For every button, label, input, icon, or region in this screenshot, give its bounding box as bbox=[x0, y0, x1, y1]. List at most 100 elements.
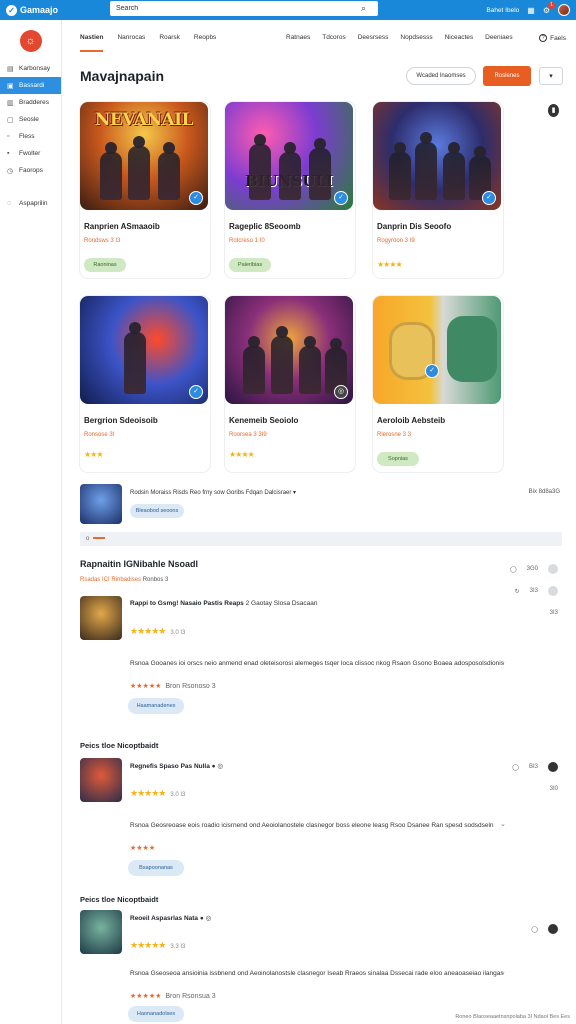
sidebar-item-7[interactable]: ◌ Aspaprilin bbox=[0, 195, 61, 212]
expand-icon[interactable]: ⌄ bbox=[500, 820, 506, 828]
sidebar-item-6[interactable]: ◷ Faorops bbox=[0, 162, 61, 179]
card-title[interactable]: Rageplic 8Seoomb bbox=[229, 222, 301, 231]
game-card[interactable]: ◎ Kenemeib Seoiolo Roorsea 3 3I9 ★★★★ bbox=[225, 296, 355, 472]
help-icon: ? bbox=[539, 34, 548, 42]
review-action[interactable]: ◯ bbox=[498, 918, 558, 940]
search-input[interactable] bbox=[116, 5, 346, 12]
sidebar-item-5[interactable]: ▪ Fwolter bbox=[0, 145, 61, 162]
review-button[interactable]: Haamanadenes bbox=[128, 698, 184, 714]
card-title[interactable]: Bergrion Sdeoisoib bbox=[84, 416, 158, 425]
section-title: Rapnaitin IGNibahle Nsoadl bbox=[80, 559, 199, 569]
sub-rating-text: Bron Rsonsua 3 bbox=[165, 993, 216, 1000]
card-tag-button[interactable]: Sopnias bbox=[377, 452, 419, 466]
game-art[interactable]: ✓ bbox=[373, 102, 501, 210]
card-meta: Rondsws 3 I3 bbox=[84, 238, 121, 244]
tab-right-4[interactable]: Niceactes bbox=[445, 34, 474, 41]
review-action[interactable]: ◯ 3G0 bbox=[498, 558, 558, 580]
tab-0[interactable]: Nastien bbox=[80, 34, 104, 52]
help-link[interactable]: ? Faels bbox=[539, 34, 566, 42]
outline-button[interactable]: Wcaded lnaomses bbox=[406, 67, 476, 85]
brand-name: Gamaajo bbox=[20, 5, 59, 15]
card-title[interactable]: Aeroloib Aebsteib bbox=[377, 416, 445, 425]
review-item: Reoeil Aspasrlas Nata ● ◎ ★★★★★ 3.3 I3 Rs… bbox=[80, 910, 562, 1024]
verified-icon: ✓ bbox=[189, 191, 203, 205]
review-action[interactable]: ◯ BI3 bbox=[498, 756, 558, 778]
grid-icon: ▤ bbox=[7, 65, 14, 73]
like-count: 3G0 bbox=[526, 566, 538, 572]
sidebar-item-4[interactable]: ▫ Fless bbox=[0, 128, 61, 145]
review-button[interactable]: Haonanadolses bbox=[128, 1006, 184, 1022]
game-art[interactable]: ◎ bbox=[225, 296, 353, 404]
reviewer-avatar[interactable] bbox=[80, 910, 122, 954]
review-actions: ◯ 3G0 ↻ 3I3 3I3 bbox=[498, 558, 558, 624]
sidebar-item-3[interactable]: ▢ Seosle bbox=[0, 111, 61, 128]
tab-right-2[interactable]: Deesrsess bbox=[358, 34, 389, 41]
share-icon: ↻ bbox=[514, 588, 520, 595]
review-actions: ◯ bbox=[498, 918, 558, 940]
game-card[interactable]: NEVANAIL ✓ Ranprien ASmaaoib Rondsws 3 I… bbox=[80, 102, 210, 278]
top-link-0[interactable]: Bahet Ibelo bbox=[486, 7, 519, 14]
sidebar-item-0[interactable]: ▤ Karbonsay bbox=[0, 60, 61, 77]
game-card[interactable]: ✓ Aeroloib Aebsteib Rlerosne 3 3 Sopnias bbox=[373, 296, 503, 472]
card-title[interactable]: Danprin Dis Seoofo bbox=[377, 222, 451, 231]
expand-icon[interactable]: ⌄ bbox=[500, 658, 506, 666]
chart-icon: ▢ bbox=[7, 116, 14, 124]
reply-icon bbox=[548, 564, 558, 574]
tab-right-1[interactable]: Tdcoros bbox=[322, 34, 345, 41]
game-card[interactable]: BIUNSULI ✓ Rageplic 8Seoomb Rotcreso 1 I… bbox=[225, 102, 355, 278]
brand[interactable]: ✓ Gamaajo bbox=[6, 4, 106, 16]
featured-thumbnail[interactable] bbox=[80, 484, 122, 524]
featured-button[interactable]: Bleaobod seoons bbox=[130, 504, 184, 518]
verified-icon: ✓ bbox=[334, 191, 348, 205]
expand-icon[interactable]: ⌄ bbox=[500, 968, 506, 976]
reviewer-avatar[interactable] bbox=[80, 758, 122, 802]
trophy-icon: ▥ bbox=[7, 99, 14, 107]
notifications-icon[interactable]: ⚙ 1 bbox=[543, 1, 555, 15]
art-title: NEVANAIL bbox=[94, 110, 194, 130]
search-icon[interactable]: ⌕ bbox=[361, 3, 366, 14]
more-dropdown-button[interactable]: ▾ bbox=[539, 67, 563, 85]
card-tag-button[interactable]: Paieribias bbox=[229, 258, 271, 272]
review-name-text: Rappi to Gsmg! Nasaio Pastis Reaps bbox=[130, 600, 244, 607]
extra-count: 3I3 bbox=[549, 610, 558, 616]
game-card[interactable]: ✓ Bergrion Sdeoisoib Ronsose 3I ★★★ bbox=[80, 296, 210, 472]
tab-right-5[interactable]: Deeniaes bbox=[485, 34, 512, 41]
primary-button[interactable]: Roslenes bbox=[483, 66, 531, 86]
tab-right-0[interactable]: Ratnaes bbox=[286, 34, 310, 41]
bookmark-icon[interactable]: ▮ bbox=[548, 104, 559, 117]
review-name-tail: ● ◎ bbox=[211, 763, 224, 770]
card-title[interactable]: Ranprien ASmaaoib bbox=[84, 222, 160, 231]
more-icon bbox=[548, 924, 558, 934]
review-sub-rating: ★★★★ bbox=[130, 844, 159, 852]
sidebar-item-label: Bassardi bbox=[19, 82, 45, 89]
search-box[interactable]: ⌕ bbox=[110, 1, 378, 16]
tab-1[interactable]: Nanrocas bbox=[117, 34, 145, 52]
tab-right-3[interactable]: Nopdsesss bbox=[400, 34, 432, 41]
settings-icon: ◌ bbox=[7, 200, 12, 207]
sidebar-item-label: Karbonsay bbox=[19, 65, 51, 72]
tab-bar: Nastien Nanrocas Roarsk Reopbs Ratnaes T… bbox=[80, 34, 570, 52]
sidebar-logo-icon[interactable]: ☼ bbox=[19, 30, 42, 52]
review-button[interactable]: Bsapoonanas bbox=[128, 860, 184, 876]
review-rating-text: 3.0 I3 bbox=[170, 630, 186, 636]
review-action[interactable]: 3I3 bbox=[498, 602, 558, 624]
verified-icon: ✓ bbox=[482, 191, 496, 205]
tab-3[interactable]: Reopbs bbox=[194, 34, 216, 52]
tab-2[interactable]: Roarsk bbox=[159, 34, 180, 52]
card-title[interactable]: Kenemeib Seoiolo bbox=[229, 416, 298, 425]
grid-icon[interactable]: ▦ bbox=[527, 6, 535, 15]
card-rating: ★★★★ bbox=[229, 450, 255, 459]
share-count: 3I3 bbox=[529, 588, 538, 594]
avatar[interactable] bbox=[558, 4, 570, 16]
reviewer-avatar[interactable] bbox=[80, 596, 122, 640]
review-action[interactable]: 3I0 bbox=[498, 778, 558, 800]
game-art[interactable]: NEVANAIL ✓ bbox=[80, 102, 208, 210]
sidebar-item-1[interactable]: ▣ Bassardi bbox=[0, 77, 61, 94]
sidebar-item-2[interactable]: ▥ Bradderes bbox=[0, 94, 61, 111]
game-art[interactable]: BIUNSULI ✓ bbox=[225, 102, 353, 210]
review-action[interactable]: ↻ 3I3 bbox=[498, 580, 558, 602]
game-art[interactable]: ✓ bbox=[373, 296, 501, 404]
game-art[interactable]: ✓ bbox=[80, 296, 208, 404]
game-card[interactable]: ✓ Danprin Dis Seoofo Rogyroon 3 I9 ★★★★ bbox=[373, 102, 503, 278]
card-tag-button[interactable]: Raoninas bbox=[84, 258, 126, 272]
